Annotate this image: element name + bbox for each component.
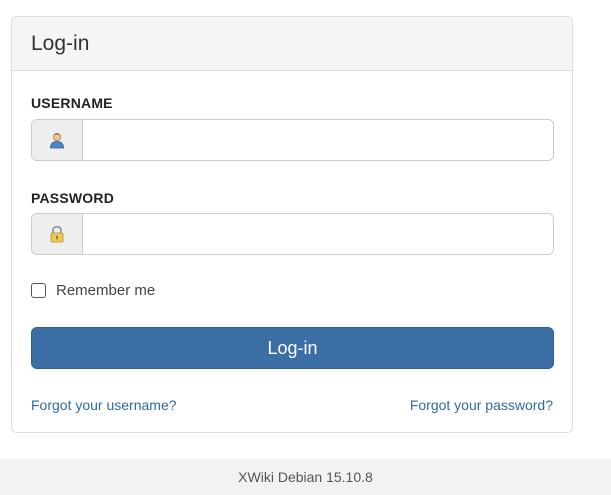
username-input-group [31, 119, 554, 161]
panel-title: Log-in [31, 31, 90, 55]
panel-heading: Log-in [12, 17, 572, 71]
footer: XWiki Debian 15.10.8 [0, 459, 611, 495]
user-icon [32, 120, 83, 160]
remember-me-checkbox[interactable] [31, 283, 46, 298]
password-input[interactable] [83, 214, 553, 254]
username-input[interactable] [83, 120, 553, 160]
login-button[interactable]: Log-in [31, 327, 554, 369]
forgot-password-link[interactable]: Forgot your password? [410, 397, 553, 413]
username-label: USERNAME [31, 95, 113, 111]
login-panel: Log-in USERNAME PASSWORD Remember me Log… [11, 16, 573, 433]
version-text: XWiki Debian 15.10.8 [238, 469, 373, 485]
password-label: PASSWORD [31, 190, 115, 206]
remember-me-label[interactable]: Remember me [56, 282, 155, 299]
forgot-username-link[interactable]: Forgot your username? [31, 397, 177, 413]
lock-icon [32, 214, 83, 254]
password-input-group [31, 213, 554, 255]
remember-me-row: Remember me [31, 282, 155, 299]
